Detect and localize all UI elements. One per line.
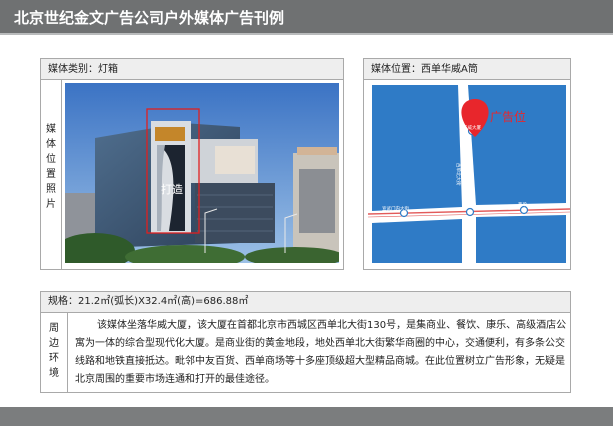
footer-bar	[0, 407, 613, 426]
surroundings-description: 该媒体坐落华威大厦，该大厦在首都北京市西城区西单北大街130号，是集商业、餐饮、…	[75, 320, 567, 385]
title-bar: 北京世纪金文广告公司户外媒体广告刊例	[0, 0, 613, 33]
street-ew-label: 宣武门内大街	[382, 205, 409, 212]
marker-label: 广告位	[490, 109, 526, 124]
media-type-header: 媒体类别：灯箱	[41, 59, 343, 80]
media-type-label: 媒体类别：	[48, 64, 98, 75]
page-title: 北京世纪金文广告公司户外媒体广告刊例	[14, 9, 285, 27]
spec-value: 21.2㎡(弧长)X32.4㎡(高)=686.88㎡	[78, 296, 249, 307]
title-bar-underline	[0, 33, 613, 35]
building-label: 华威大厦	[463, 124, 481, 131]
place-label: 西单	[518, 201, 527, 208]
surroundings-panel: 周边环境 该媒体坐落华威大厦，该大厦在首都北京市西城区西单北大街130号，是集商…	[40, 313, 571, 393]
photo-panel-divider	[61, 80, 62, 269]
building-photo-illustration: 打造	[65, 83, 339, 263]
street-ns-label: 西单北大街	[455, 163, 462, 186]
surroundings-side-label: 周边环境	[49, 323, 59, 379]
media-type-value: 灯箱	[98, 64, 118, 75]
map-illustration: 广告位 华威大厦 西单北大街 宣武门内大街 宣武门内大街 西单	[368, 81, 570, 267]
media-location-label: 媒体位置：	[371, 64, 421, 75]
photo-side-label: 媒体位置照片	[46, 124, 56, 210]
location-map: 广告位 华威大厦 西单北大街 宣武门内大街 宣武门内大街 西单	[368, 81, 570, 267]
media-photo: 打造	[65, 83, 339, 263]
lightbox-sign-text: 打造	[161, 182, 183, 196]
surroundings-divider	[67, 313, 68, 392]
spec-row: 规格：21.2㎡(弧长)X32.4㎡(高)=686.88㎡	[40, 291, 571, 313]
media-location-value: 西单华威A筒	[421, 64, 478, 75]
street-ns-label-2: 宣武门内大街	[465, 221, 472, 248]
spec-label: 规格：	[48, 296, 78, 307]
media-location-header: 媒体位置：西单华威A筒	[364, 59, 570, 80]
